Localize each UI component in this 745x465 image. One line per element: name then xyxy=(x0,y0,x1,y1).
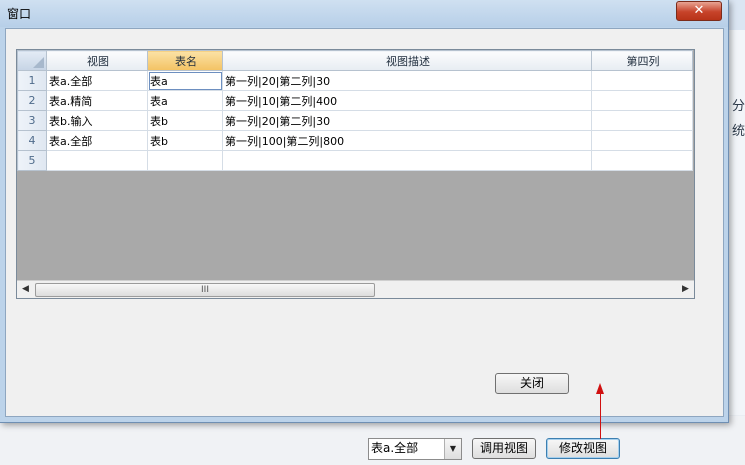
row-number[interactable]: 5 xyxy=(17,150,47,171)
chevron-down-icon[interactable]: ▼ xyxy=(444,439,461,459)
cell-table[interactable]: 表b xyxy=(147,130,223,151)
cell-description[interactable] xyxy=(222,150,592,171)
call-view-button[interactable]: 调用视图 xyxy=(472,438,536,459)
dialog-client-area: 视图 表名 视图描述 第四列 1 表a.全部 表a 第一列|20|第二列|30 xyxy=(5,28,724,417)
table-row[interactable]: 2 表a.精简 表a 第一列|10|第二列|400 xyxy=(17,90,693,111)
horizontal-scrollbar[interactable]: ◀ III ▶ xyxy=(17,280,694,298)
cell-table[interactable] xyxy=(147,150,223,171)
column-header-view[interactable]: 视图 xyxy=(46,50,148,71)
scroll-right-icon[interactable]: ▶ xyxy=(682,284,689,294)
cell-col4[interactable] xyxy=(591,90,693,111)
column-header-description[interactable]: 视图描述 xyxy=(222,50,592,71)
cell-table[interactable]: 表a xyxy=(147,90,223,111)
cell-description[interactable]: 第一列|100|第二列|800 xyxy=(222,130,592,151)
grid-select-all[interactable] xyxy=(17,50,47,71)
table-row[interactable]: 5 xyxy=(17,150,693,171)
cell-view[interactable]: 表b.输入 xyxy=(46,110,148,131)
background-side-label: 分 xyxy=(732,99,745,114)
window-title: 窗口 xyxy=(7,7,32,21)
cell-table[interactable]: 表b xyxy=(147,110,223,131)
row-number[interactable]: 1 xyxy=(17,70,47,91)
cell-view[interactable]: 表a.精简 xyxy=(46,90,148,111)
cell-col4[interactable] xyxy=(591,130,693,151)
data-grid[interactable]: 视图 表名 视图描述 第四列 1 表a.全部 表a 第一列|20|第二列|30 xyxy=(16,49,695,299)
row-number[interactable]: 2 xyxy=(17,90,47,111)
background-side-panel xyxy=(728,30,745,415)
dialog-window: 窗口 ✕ 视图 表名 视图描述 第四列 1 表a.全部 表a 第一列|20|第二… xyxy=(0,0,729,423)
cell-col4[interactable] xyxy=(591,110,693,131)
scrollbar-thumb[interactable]: III xyxy=(35,283,375,297)
cell-view[interactable]: 表a.全部 xyxy=(46,70,148,91)
close-button[interactable]: 关闭 xyxy=(495,373,569,394)
cell-view[interactable]: 表a.全部 xyxy=(46,130,148,151)
cell-description[interactable]: 第一列|20|第二列|30 xyxy=(222,70,592,91)
view-select-value: 表a.全部 xyxy=(371,441,419,455)
column-header-table[interactable]: 表名 xyxy=(147,50,223,71)
view-select[interactable]: 表a.全部 ▼ xyxy=(368,438,462,460)
table-row[interactable]: 4 表a.全部 表b 第一列|100|第二列|800 xyxy=(17,130,693,151)
cell-view[interactable] xyxy=(46,150,148,171)
cell-col4[interactable] xyxy=(591,70,693,91)
row-number[interactable]: 4 xyxy=(17,130,47,151)
scroll-left-icon[interactable]: ◀ xyxy=(22,284,29,294)
table-row[interactable]: 1 表a.全部 表a 第一列|20|第二列|30 xyxy=(17,70,693,91)
row-number[interactable]: 3 xyxy=(17,110,47,131)
annotation-arrow-icon xyxy=(596,383,604,394)
edit-view-button[interactable]: 修改视图 xyxy=(546,438,620,459)
cell-description[interactable]: 第一列|20|第二列|30 xyxy=(222,110,592,131)
cell-table[interactable]: 表a xyxy=(147,70,223,91)
annotation-arrow-line xyxy=(600,393,601,439)
background-side-label: 统 xyxy=(732,124,745,139)
title-bar[interactable]: 窗口 ✕ xyxy=(0,0,728,27)
close-icon[interactable]: ✕ xyxy=(676,1,722,21)
table-row[interactable]: 3 表b.输入 表b 第一列|20|第二列|30 xyxy=(17,110,693,131)
cell-col4[interactable] xyxy=(591,150,693,171)
cell-description[interactable]: 第一列|10|第二列|400 xyxy=(222,90,592,111)
column-header-col4[interactable]: 第四列 xyxy=(591,50,693,71)
